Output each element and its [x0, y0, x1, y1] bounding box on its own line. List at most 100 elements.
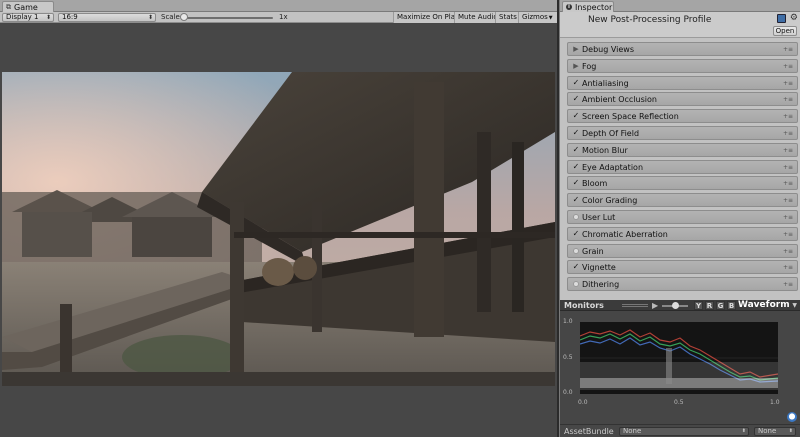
effect-name: Vignette [582, 263, 616, 273]
stats-button[interactable]: Stats [495, 12, 520, 23]
effect-menu-icon[interactable]: +≡ [783, 63, 793, 70]
effect-row[interactable]: User Lut +≡ [567, 209, 798, 224]
effect-name: Dithering [582, 280, 620, 290]
scale-value: 1x [279, 13, 288, 21]
effect-menu-icon[interactable]: +≡ [783, 96, 793, 103]
y-tick-label: 0.5 [563, 354, 573, 361]
effect-row[interactable]: ✓ Ambient Occlusion +≡ [567, 92, 798, 107]
assetbundle-name-value: None [623, 427, 642, 435]
effect-row[interactable]: ▶ Fog +≡ [567, 58, 798, 73]
foldout-arrow-icon[interactable]: ▶ [572, 45, 580, 53]
aspect-dropdown[interactable]: 16:9 ⬍ [58, 13, 156, 22]
effect-enabled-checkbox[interactable]: ✓ [572, 145, 580, 154]
effect-row[interactable]: ✓ Color Grading +≡ [567, 193, 798, 208]
effect-enabled-checkbox[interactable]: ✓ [572, 262, 580, 271]
effect-menu-icon[interactable]: +≡ [783, 248, 793, 255]
effect-name: Bloom [582, 179, 608, 189]
help-book-icon[interactable] [777, 14, 786, 23]
play-icon[interactable]: ▶ [652, 301, 658, 310]
game-toolbar: Display 1 ⬍ 16:9 ⬍ Scale 1x Maximize On … [0, 12, 557, 23]
chevron-down-icon: ⬍ [788, 428, 793, 434]
effect-enabled-checkbox[interactable]: ✓ [572, 94, 580, 103]
effect-enabled-checkbox[interactable]: ✓ [572, 195, 580, 204]
effect-menu-icon[interactable]: +≡ [783, 214, 793, 221]
effect-disabled-toggle[interactable] [573, 213, 579, 220]
channel-b-toggle[interactable]: B [727, 301, 736, 310]
effect-enabled-checkbox[interactable]: ✓ [572, 178, 580, 187]
assetbundle-variant-dropdown[interactable]: None ⬍ [754, 427, 796, 436]
effect-row[interactable]: Grain +≡ [567, 243, 798, 258]
maximize-on-play-button[interactable]: Maximize On Play [393, 12, 463, 23]
effect-row[interactable]: Dithering +≡ [567, 277, 798, 292]
monitors-title: Monitors [564, 301, 604, 310]
tab-game[interactable]: ⧉ Game [2, 1, 54, 12]
monitors-toolbar: Monitors ▶ Y R G B Waveform ▼ [560, 300, 800, 311]
effect-row[interactable]: ✓ Motion Blur +≡ [567, 142, 798, 157]
effect-row[interactable]: ✓ Chromatic Aberration +≡ [567, 226, 798, 241]
open-button[interactable]: Open [773, 26, 797, 36]
inspector-tabbar: i Inspector [560, 0, 800, 12]
assetbundle-label: AssetBundle [564, 427, 614, 436]
effect-enabled-checkbox[interactable]: ✓ [572, 128, 580, 137]
drag-handle-icon[interactable] [622, 304, 648, 307]
tab-inspector[interactable]: i Inspector [562, 1, 614, 12]
profile-title: New Post-Processing Profile [588, 15, 712, 25]
gear-icon[interactable]: ⚙ [790, 13, 798, 23]
effect-enabled-checkbox[interactable]: ✓ [572, 162, 580, 171]
mute-audio-button[interactable]: Mute Audio [454, 12, 501, 23]
effect-menu-icon[interactable]: +≡ [783, 264, 793, 271]
effect-row[interactable]: ✓ Eye Adaptation +≡ [567, 159, 798, 174]
effect-menu-icon[interactable]: +≡ [783, 180, 793, 187]
assetbundle-bar: AssetBundle None ⬍ None ⬍ [560, 424, 800, 437]
y-tick-label: 1.0 [563, 318, 573, 325]
effect-name: Depth Of Field [582, 128, 640, 138]
gizmos-button[interactable]: Gizmos▼ [518, 12, 557, 23]
effect-name: Eye Adaptation [582, 162, 644, 172]
effect-disabled-toggle[interactable] [573, 247, 579, 254]
effect-enabled-checkbox[interactable]: ✓ [572, 111, 580, 120]
effect-name: Chromatic Aberration [582, 229, 668, 239]
effect-name: Motion Blur [582, 145, 628, 155]
channel-r-toggle[interactable]: R [705, 301, 714, 310]
channel-y-toggle[interactable]: Y [694, 301, 703, 310]
effect-row[interactable]: ✓ Bloom +≡ [567, 176, 798, 191]
channel-g-toggle[interactable]: G [716, 301, 725, 310]
effect-menu-icon[interactable]: +≡ [783, 130, 793, 137]
effect-row[interactable]: ✓ Depth Of Field +≡ [567, 125, 798, 140]
effect-disabled-toggle[interactable] [573, 281, 579, 288]
effect-row[interactable]: ▶ Debug Views +≡ [567, 42, 798, 56]
chevron-down-icon: ⬍ [741, 428, 746, 434]
effect-menu-icon[interactable]: +≡ [783, 46, 793, 53]
waveform-display [579, 322, 779, 394]
scale-slider-handle[interactable] [180, 13, 188, 21]
tag-icon[interactable]: ⬤ [787, 412, 797, 422]
effect-menu-icon[interactable]: +≡ [783, 113, 793, 120]
effect-name: Color Grading [582, 196, 638, 206]
effect-row[interactable]: ✓ Screen Space Reflection +≡ [567, 109, 798, 124]
x-tick-label: 0.0 [578, 399, 588, 406]
game-render-image[interactable] [2, 72, 555, 386]
assetbundle-name-dropdown[interactable]: None ⬍ [619, 427, 749, 436]
effect-row[interactable]: ✓ Vignette +≡ [567, 260, 798, 275]
effect-row[interactable]: ✓ Antialiasing +≡ [567, 75, 798, 90]
scale-slider-track[interactable] [183, 17, 273, 19]
chevron-down-icon: ⬍ [45, 14, 51, 21]
exposure-slider-handle[interactable] [672, 302, 679, 309]
game-tabbar: ⧉ Game [0, 0, 557, 12]
effect-menu-icon[interactable]: +≡ [783, 197, 793, 204]
effect-name: Grain [582, 246, 604, 256]
effect-menu-icon[interactable]: +≡ [783, 231, 793, 238]
effect-enabled-checkbox[interactable]: ✓ [572, 78, 580, 87]
foldout-arrow-icon[interactable]: ▶ [572, 62, 580, 70]
effect-menu-icon[interactable]: +≡ [783, 281, 793, 288]
display-dropdown[interactable]: Display 1 ⬍ [2, 13, 54, 22]
x-tick-label: 0.5 [674, 399, 684, 406]
effect-menu-icon[interactable]: +≡ [783, 164, 793, 171]
monitor-mode-dropdown[interactable]: Waveform [738, 300, 790, 310]
effect-enabled-checkbox[interactable]: ✓ [572, 229, 580, 238]
chevron-down-icon: ⬍ [147, 14, 153, 21]
effect-name: Antialiasing [582, 78, 629, 88]
effect-menu-icon[interactable]: +≡ [783, 147, 793, 154]
effect-menu-icon[interactable]: +≡ [783, 80, 793, 87]
aspect-dropdown-value: 16:9 [62, 13, 78, 21]
